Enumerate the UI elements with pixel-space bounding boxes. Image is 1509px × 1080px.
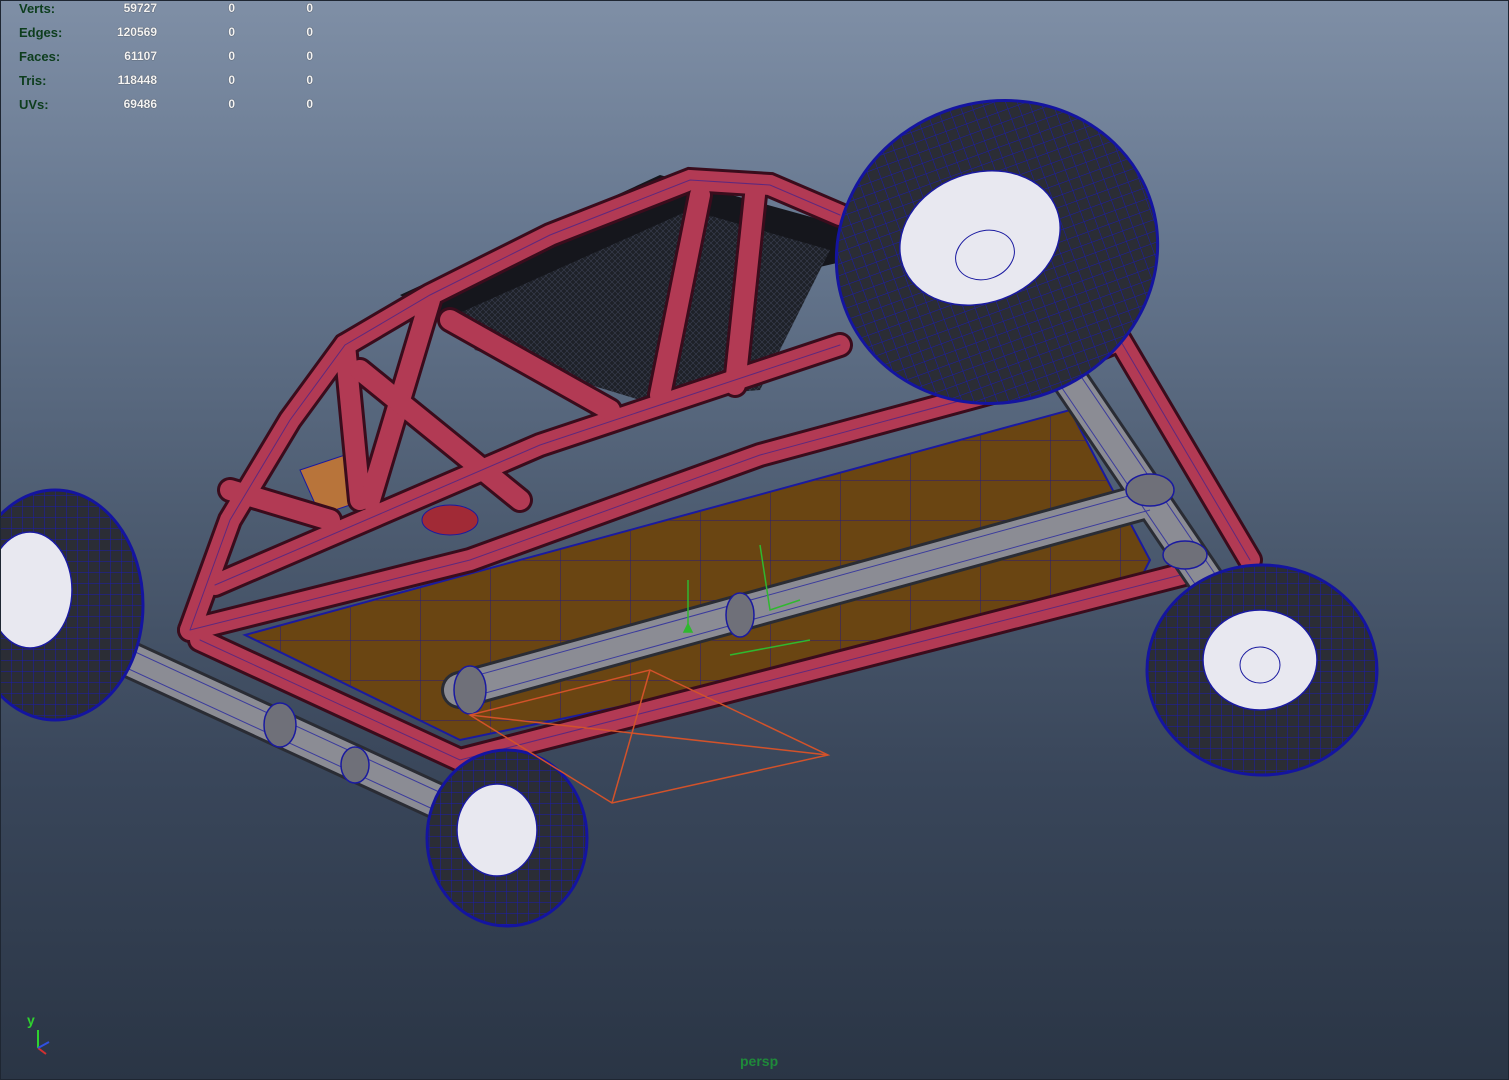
hud-label: UVs: xyxy=(19,97,49,112)
hud-value-selected-alt: 0 xyxy=(306,1,313,15)
hud-value-total: 59727 xyxy=(123,1,157,15)
hud-value-selected-alt: 0 xyxy=(306,97,313,111)
hud-value-selected-alt: 0 xyxy=(306,49,313,63)
hud-row-faces: Faces: 61107 0 0 xyxy=(0,49,330,69)
hud-value-selected: 0 xyxy=(228,73,235,87)
hud-value-selected: 0 xyxy=(228,1,235,15)
hud-row-uvs: UVs: 69486 0 0 xyxy=(0,97,330,117)
hud-value-total: 118448 xyxy=(117,73,157,87)
hud-label: Verts: xyxy=(19,1,56,16)
hud-row-edges: Edges: 120569 0 0 xyxy=(0,25,330,45)
hud-value-selected: 0 xyxy=(228,49,235,63)
hud-value-selected-alt: 0 xyxy=(306,25,313,39)
hud-value-total: 61107 xyxy=(124,49,157,63)
hud-value-total: 120569 xyxy=(116,25,157,39)
view-axis-icon: y xyxy=(22,1012,62,1058)
hud-row-verts: Verts: 59727 0 0 xyxy=(0,1,330,21)
y-axis-label: y xyxy=(27,1012,35,1028)
hud-value-selected: 0 xyxy=(228,25,235,39)
buggy-mesh[interactable] xyxy=(0,0,1509,1080)
hud-label: Tris: xyxy=(19,73,47,88)
camera-name-label: persp xyxy=(740,1053,779,1069)
hud-value-selected: 0 xyxy=(228,97,235,111)
hud-label: Edges: xyxy=(19,25,63,40)
wheel-rear-bottom xyxy=(425,748,589,928)
wheel-front-left xyxy=(0,488,145,722)
hud-label: Faces: xyxy=(19,49,61,64)
wheel-rear-right xyxy=(1145,563,1379,777)
persp-viewport[interactable]: Verts: 59727 0 0 Edges: 120569 0 0 Faces… xyxy=(0,0,1509,1080)
poly-count-hud: Verts: 59727 0 0 Edges: 120569 0 0 Faces… xyxy=(0,0,330,120)
hud-row-tris: Tris: 118448 0 0 xyxy=(0,73,330,93)
hud-value-total: 69486 xyxy=(123,97,157,111)
hud-value-selected-alt: 0 xyxy=(306,73,313,87)
